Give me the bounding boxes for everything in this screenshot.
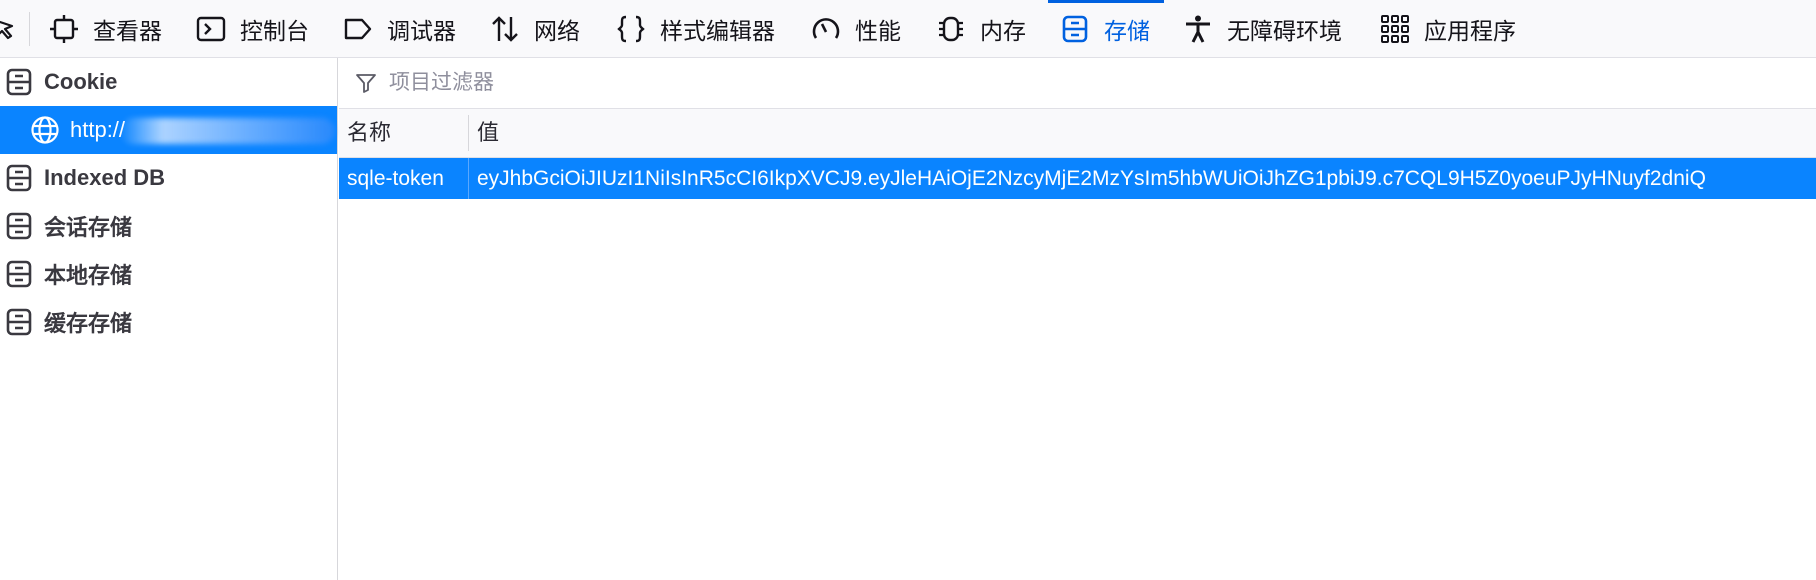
column-separator[interactable] xyxy=(468,115,469,151)
devtools-toolbar: 查看器 控制台 调试器 网络 样式编辑器 性能 内存 存储 无障碍环境 应用程序 xyxy=(0,0,1816,58)
tab-memory[interactable]: 内存 xyxy=(936,0,1026,58)
storage-icon xyxy=(1060,14,1090,44)
column-separator xyxy=(468,158,469,199)
tab-application[interactable]: 应用程序 xyxy=(1380,0,1516,58)
storage-icon xyxy=(4,307,34,337)
tab-accessibility[interactable]: 无障碍环境 xyxy=(1183,0,1342,58)
tab-label: 内存 xyxy=(980,18,1026,44)
storage-icon xyxy=(4,259,34,289)
tab-label: 无障碍环境 xyxy=(1227,18,1342,44)
tree-item-origin[interactable]: http:// xyxy=(0,106,337,154)
tab-inspector[interactable]: 查看器 xyxy=(49,0,162,58)
tab-label: 存储 xyxy=(1104,18,1150,44)
tab-label: 控制台 xyxy=(240,18,309,44)
tab-label: 样式编辑器 xyxy=(660,18,775,44)
tab-console[interactable]: 控制台 xyxy=(196,0,309,58)
console-icon xyxy=(196,14,226,44)
tab-label: 网络 xyxy=(534,18,580,44)
tree-item-cookie[interactable]: Cookie xyxy=(0,58,338,106)
storage-tree: Cookie http:// Indexed DB 会话存储 本地存储 缓存存储 xyxy=(0,58,338,580)
storage-icon xyxy=(4,67,34,97)
cell-value: eyJhbGciOiJIUzI1NiIsInR5cCI6IkpXVCJ9.eyJ… xyxy=(477,167,1706,190)
tree-item-label: 缓存存储 xyxy=(44,311,133,336)
performance-icon xyxy=(811,14,841,44)
tab-debugger[interactable]: 调试器 xyxy=(343,0,456,58)
tab-style-editor[interactable]: 样式编辑器 xyxy=(616,0,775,58)
tree-item-cache-storage[interactable]: 缓存存储 xyxy=(0,298,338,346)
filter-bar xyxy=(339,58,1816,109)
globe-icon xyxy=(30,115,60,145)
tree-item-label: http:// xyxy=(70,117,126,142)
tab-label: 应用程序 xyxy=(1424,18,1516,44)
tree-item-label: Indexed DB xyxy=(44,165,166,190)
tab-storage[interactable]: 存储 xyxy=(1048,0,1164,58)
tree-item-label: 会话存储 xyxy=(44,215,133,240)
column-header-value[interactable]: 值 xyxy=(477,109,499,157)
selected-tab-indicator xyxy=(1048,0,1164,3)
storage-icon xyxy=(4,211,34,241)
tree-item-label: 本地存储 xyxy=(44,263,133,288)
network-icon xyxy=(490,14,520,44)
application-icon xyxy=(1380,14,1410,44)
inspector-icon xyxy=(49,14,79,44)
filter-icon xyxy=(355,71,379,95)
element-picker-icon[interactable] xyxy=(0,14,18,44)
redacted-host xyxy=(120,118,335,144)
memory-icon xyxy=(936,14,966,44)
toolbar-separator xyxy=(29,12,30,46)
tree-item-label: Cookie xyxy=(44,69,118,94)
debugger-icon xyxy=(343,14,373,44)
tab-network[interactable]: 网络 xyxy=(490,0,580,58)
tree-item-session-storage[interactable]: 会话存储 xyxy=(0,202,338,250)
tree-item-local-storage[interactable]: 本地存储 xyxy=(0,250,338,298)
tab-performance[interactable]: 性能 xyxy=(811,0,901,58)
storage-icon xyxy=(4,163,34,193)
column-header-name[interactable]: 名称 xyxy=(347,109,391,157)
table-header: 名称 值 xyxy=(339,109,1816,158)
table-row[interactable]: sqle-token eyJhbGciOiJIUzI1NiIsInR5cCI6I… xyxy=(339,158,1816,199)
cell-name: sqle-token xyxy=(347,167,444,190)
style-editor-icon xyxy=(616,14,646,44)
accessibility-icon xyxy=(1183,14,1213,44)
tab-label: 性能 xyxy=(855,18,901,44)
tab-label: 查看器 xyxy=(93,18,162,44)
tab-label: 调试器 xyxy=(387,18,456,44)
filter-input[interactable] xyxy=(387,70,991,96)
tree-item-indexed-db[interactable]: Indexed DB xyxy=(0,154,338,202)
